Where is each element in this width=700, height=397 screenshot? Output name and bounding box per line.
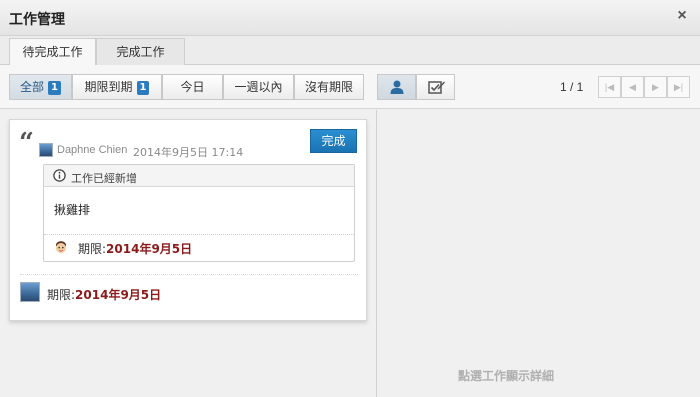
task-text: 揪雞排 <box>54 203 91 217</box>
avatar <box>39 143 53 157</box>
content-area: “ Daphne Chien 2014年9月5日 17:14 完成 工作已經新增… <box>0 110 700 397</box>
filter-all-label: 全部 <box>20 80 45 94</box>
filter-overdue-badge: 1 <box>136 80 150 95</box>
tab-completed[interactable]: 完成工作 <box>96 38 185 66</box>
deadline-label: 期限: <box>78 242 107 256</box>
task-author: Daphne Chien <box>57 144 128 156</box>
page-indicator: 1 / 1 <box>560 80 584 94</box>
task-deadline: 期限:2014年9月5日 <box>78 240 192 257</box>
filter-no-deadline-button[interactable]: 沒有期限 <box>294 74 364 100</box>
deadline-label: 期限: <box>47 288 76 302</box>
task-detail-box: 工作已經新增 揪雞排 期限:2014年9月5日 <box>43 164 355 262</box>
filter-overdue-button[interactable]: 期限到期 1 <box>72 74 162 100</box>
filter-today-button[interactable]: 今日 <box>162 74 223 100</box>
filter-toolbar: 全部 1 期限到期 1 今日 一週以內 沒有期限 1 / 1 |◀ ◀ ▶ ▶| <box>0 65 700 109</box>
filter-week-button[interactable]: 一週以內 <box>223 74 294 100</box>
notice-bar: 工作已經新增 <box>44 165 354 187</box>
info-icon <box>53 169 66 182</box>
complete-button[interactable]: 完成 <box>310 129 357 153</box>
tab-bar: 待完成工作 完成工作 <box>0 36 700 66</box>
notice-text: 工作已經新增 <box>71 172 137 185</box>
filter-overdue-label: 期限到期 <box>84 80 133 94</box>
card-deadline: 期限:2014年9月5日 <box>47 286 161 303</box>
filter-all-button[interactable]: 全部 1 <box>9 74 72 100</box>
last-page-icon[interactable]: ▶| <box>667 76 690 98</box>
window-title: 工作管理 <box>9 12 65 28</box>
deadline-value: 2014年9月5日 <box>106 242 193 256</box>
task-created-time: 2014年9月5日 17:14 <box>133 146 244 159</box>
user-icon <box>390 80 404 94</box>
filter-all-badge: 1 <box>48 80 61 95</box>
title-bar: 工作管理 × <box>0 0 700 36</box>
my-tasks-button[interactable] <box>377 74 416 100</box>
avatar <box>20 282 40 302</box>
divider <box>20 274 358 275</box>
deadline-value: 2014年9月5日 <box>75 288 162 302</box>
close-icon[interactable]: × <box>672 6 692 26</box>
task-card[interactable]: “ Daphne Chien 2014年9月5日 17:14 完成 工作已經新增… <box>9 119 367 321</box>
divider <box>44 234 354 235</box>
assigned-tasks-button[interactable] <box>416 74 455 100</box>
tab-pending[interactable]: 待完成工作 <box>9 38 96 66</box>
first-page-icon[interactable]: |◀ <box>598 76 621 98</box>
next-page-icon[interactable]: ▶ <box>644 76 667 98</box>
detail-placeholder: 點選工作顯示詳細 <box>458 369 555 383</box>
task-edit-icon <box>428 81 445 94</box>
prev-page-icon[interactable]: ◀ <box>621 76 644 98</box>
assignee-face-icon <box>56 241 66 253</box>
quote-icon: “ <box>19 128 34 158</box>
task-list-pane: “ Daphne Chien 2014年9月5日 17:14 完成 工作已經新增… <box>0 110 377 397</box>
